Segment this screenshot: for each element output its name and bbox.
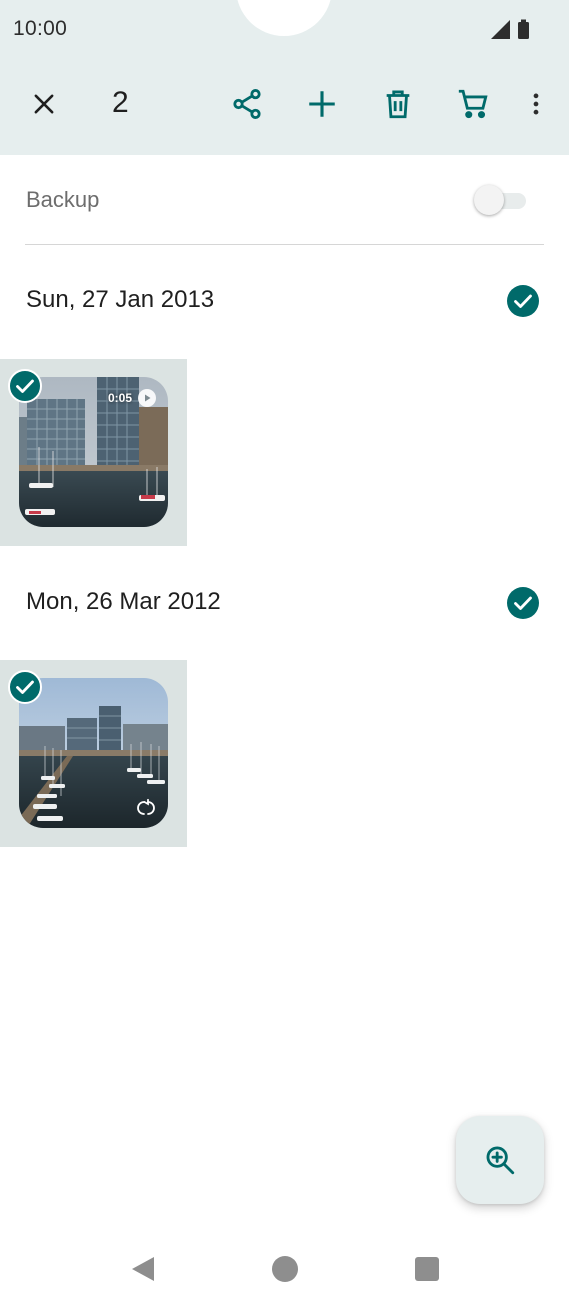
system-navigation-bar xyxy=(0,1230,569,1306)
back-icon[interactable] xyxy=(126,1252,160,1286)
close-selection-button[interactable] xyxy=(18,72,70,136)
zoom-in-button[interactable] xyxy=(456,1116,544,1204)
selected-check-icon xyxy=(8,670,42,704)
divider xyxy=(25,244,544,245)
play-icon xyxy=(138,389,156,407)
date-label: Mon, 26 Mar 2012 xyxy=(26,588,221,615)
top-app-bar: 10:00 2 xyxy=(0,0,569,155)
cart-icon xyxy=(458,89,488,119)
backup-toggle[interactable] xyxy=(474,185,528,215)
status-icons xyxy=(491,19,529,39)
camera-notch xyxy=(236,0,332,36)
toggle-thumb xyxy=(474,185,504,215)
date-header: Mon, 26 Mar 2012 xyxy=(0,574,569,634)
plus-icon xyxy=(309,91,335,117)
more-vert-icon xyxy=(533,93,539,115)
status-time: 10:00 xyxy=(13,17,68,40)
video-duration: 0:05 xyxy=(107,391,132,405)
share-button[interactable] xyxy=(221,72,273,136)
delete-button[interactable] xyxy=(372,72,424,136)
date-header: Sun, 27 Jan 2013 xyxy=(0,272,569,332)
trash-icon xyxy=(386,90,410,119)
motion-photo-icon xyxy=(137,798,155,815)
zoom-in-icon xyxy=(486,1146,515,1175)
backup-row[interactable]: Backup xyxy=(0,155,569,245)
signal-icon xyxy=(491,20,510,39)
date-label: Sun, 27 Jan 2013 xyxy=(26,286,215,313)
media-tile-video[interactable]: 0:05 xyxy=(0,359,187,546)
select-all-check-icon[interactable] xyxy=(506,586,540,620)
close-icon xyxy=(34,94,54,114)
add-button[interactable] xyxy=(296,72,348,136)
selected-check-icon xyxy=(8,369,42,403)
home-icon[interactable] xyxy=(268,1252,302,1286)
recents-icon[interactable] xyxy=(410,1252,444,1286)
share-icon xyxy=(233,88,261,120)
video-duration-badge: 0:05 xyxy=(108,389,156,407)
selection-toolbar: 2 xyxy=(0,72,569,136)
backup-label: Backup xyxy=(26,187,100,212)
order-prints-button[interactable] xyxy=(447,72,499,136)
selected-count: 2 xyxy=(112,86,129,119)
battery-icon xyxy=(518,19,529,39)
media-tile-photo[interactable] xyxy=(0,660,187,847)
more-options-button[interactable] xyxy=(510,72,562,136)
select-all-check-icon[interactable] xyxy=(506,284,540,318)
